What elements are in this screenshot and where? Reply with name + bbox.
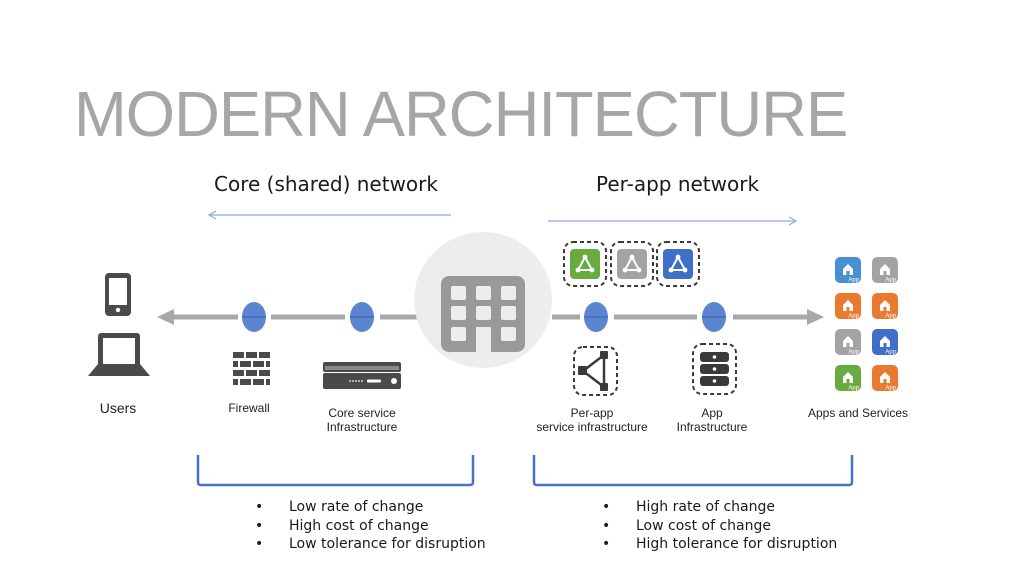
- app-tile[interactable]: App: [872, 329, 898, 355]
- home-app-icon: App: [880, 336, 897, 356]
- svg-text:App: App: [885, 278, 896, 284]
- service-mesh-icon: [573, 346, 618, 396]
- service-tile[interactable]: [610, 241, 654, 292]
- per-app-characteristics-list: High rate of change Low cost of change H…: [602, 498, 837, 554]
- app-tile[interactable]: App: [872, 293, 898, 319]
- svg-text:App: App: [848, 314, 859, 320]
- laptop-icon: [88, 333, 150, 376]
- service-network-icon: [610, 241, 654, 287]
- per-app-service-label-line1: Per-app: [570, 406, 614, 420]
- app-infra-label-line1: App: [701, 406, 723, 420]
- service-network-icon: [656, 241, 700, 287]
- home-app-icon: App: [843, 264, 860, 284]
- apps-services-label: Apps and Services: [807, 406, 909, 420]
- home-app-icon: App: [880, 264, 897, 284]
- list-item: High rate of change: [602, 498, 837, 517]
- app-tile[interactable]: App: [835, 293, 861, 319]
- app-infra-label: App Infrastructure: [662, 406, 762, 434]
- architecture-diagram: [88, 210, 854, 487]
- app-tile[interactable]: App: [835, 257, 861, 283]
- service-network-icon: [563, 241, 607, 287]
- svg-text:App: App: [885, 350, 896, 356]
- svg-text:App: App: [848, 278, 859, 284]
- users-label: Users: [99, 400, 137, 416]
- home-app-icon: App: [880, 300, 897, 320]
- app-tile[interactable]: App: [835, 329, 861, 355]
- list-item: Low rate of change: [255, 498, 486, 517]
- list-item: High cost of change: [255, 517, 486, 536]
- list-item: Low tolerance for disruption: [255, 535, 486, 554]
- svg-text:App: App: [885, 314, 896, 320]
- home-app-icon: App: [880, 372, 897, 392]
- app-tile[interactable]: App: [872, 257, 898, 283]
- core-characteristics-list: Low rate of change High cost of change L…: [255, 498, 486, 554]
- core-bracket: [196, 455, 475, 487]
- home-app-icon: App: [843, 336, 860, 356]
- core-service-label-line2: Infrastructure: [326, 420, 398, 434]
- service-tile[interactable]: [563, 241, 607, 292]
- list-item: Low cost of change: [602, 517, 837, 536]
- server-appliance-icon: [323, 362, 401, 389]
- building-icon: [441, 276, 525, 353]
- left-arrowhead: [157, 309, 174, 325]
- per-app-service-label: Per-app service infrastructure: [526, 406, 658, 434]
- phone-icon: [105, 273, 131, 316]
- svg-text:App: App: [885, 386, 896, 392]
- right-arrowhead: [807, 309, 824, 325]
- service-tile[interactable]: [656, 241, 700, 292]
- core-service-label: Core service Infrastructure: [302, 406, 422, 434]
- per-app-direction-arrow: [548, 216, 798, 226]
- per-app-service-label-line2: service infrastructure: [536, 420, 648, 434]
- per-app-bracket: [532, 455, 854, 487]
- svg-text:App: App: [848, 350, 859, 356]
- list-item: High tolerance for disruption: [602, 535, 837, 554]
- firewall-label: Firewall: [228, 401, 270, 415]
- server-stack-icon: [692, 343, 737, 395]
- firewall-icon: [233, 352, 270, 385]
- svg-text:App: App: [848, 386, 859, 392]
- app-infra-label-line2: Infrastructure: [676, 420, 748, 434]
- core-direction-arrow: [207, 210, 451, 220]
- app-tile[interactable]: App: [835, 365, 861, 391]
- home-app-icon: App: [843, 300, 860, 320]
- home-app-icon: App: [843, 372, 860, 392]
- app-tile[interactable]: App: [872, 365, 898, 391]
- core-service-label-line1: Core service: [328, 406, 396, 420]
- hub[interactable]: [414, 232, 552, 368]
